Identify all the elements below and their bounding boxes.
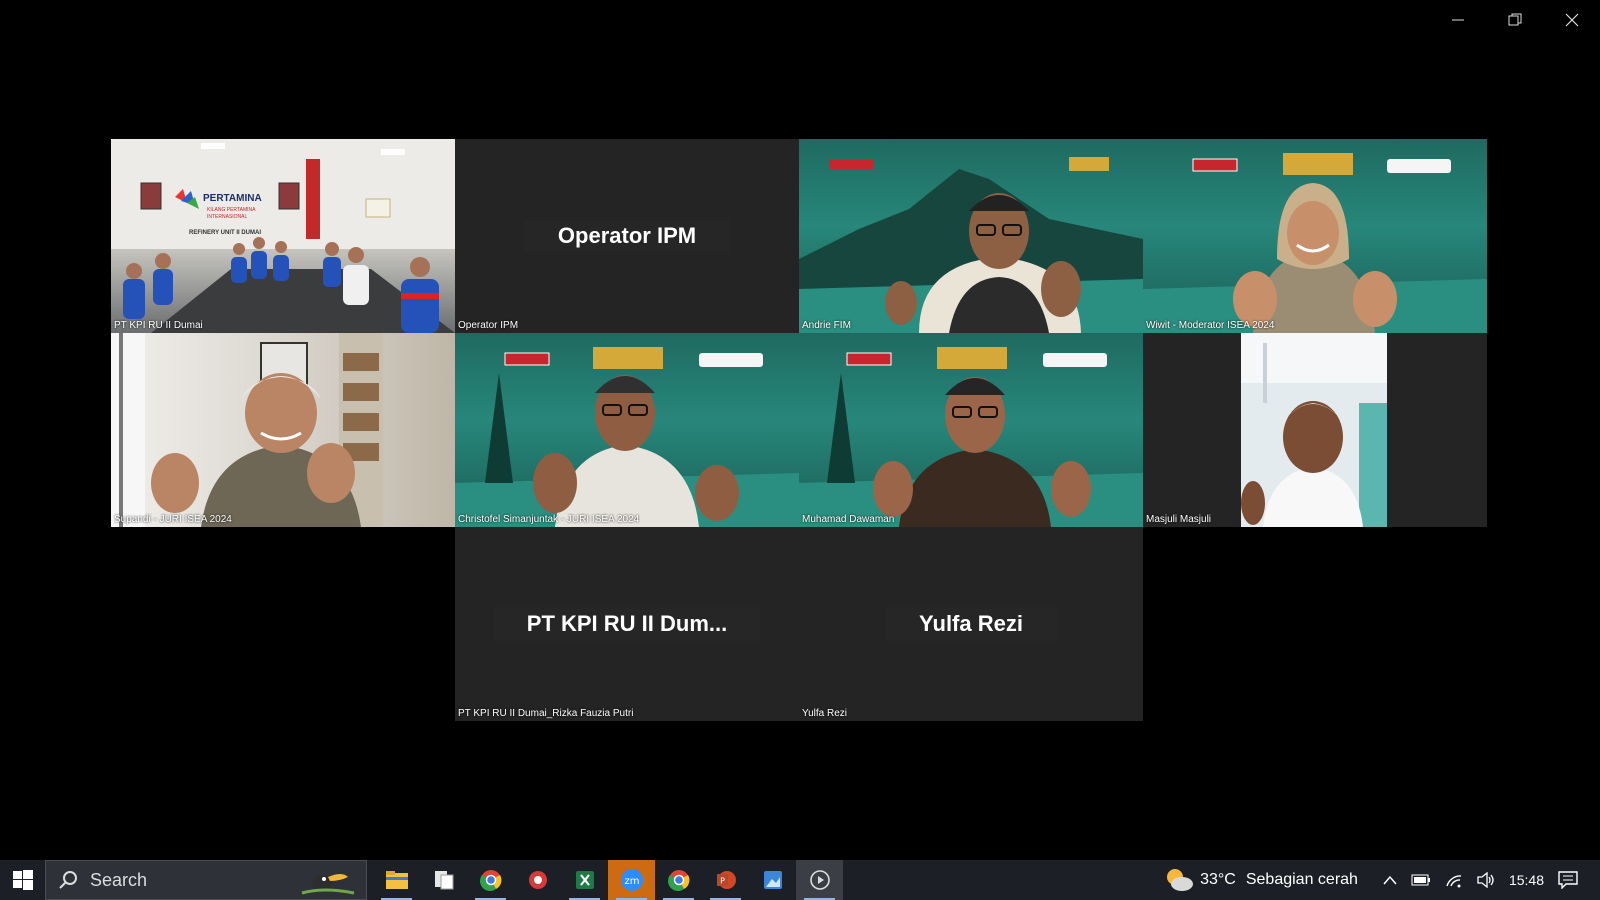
media-player-icon bbox=[809, 870, 830, 890]
taskbar-red-app[interactable] bbox=[514, 860, 561, 900]
participant-name: Muhamad Dawaman bbox=[802, 514, 895, 525]
video-feed-christofel bbox=[455, 347, 799, 527]
window-controls bbox=[1429, 0, 1600, 40]
participant-name: PT KPI RU II Dumai bbox=[114, 320, 203, 331]
video-feed-muhamad bbox=[799, 347, 1143, 527]
zoom-icon: zm bbox=[620, 869, 643, 891]
participant-tile-rizka[interactable]: PT KPI RU II Dum... PT KPI RU II Dumai_R… bbox=[455, 527, 799, 721]
participant-tile-supandi[interactable]: Supandi - JURI ISEA 2024 bbox=[111, 333, 455, 527]
taskbar: Search zm P 33°C Sebagian cerah 15:48 bbox=[0, 860, 1600, 900]
room-sign-brand: PERTAMINA bbox=[203, 193, 262, 204]
photos-icon bbox=[763, 871, 782, 889]
participant-name: Wiwit - Moderator ISEA 2024 bbox=[1146, 320, 1275, 331]
participant-tile-muhamad[interactable]: Muhamad Dawaman bbox=[799, 333, 1143, 527]
close-button[interactable] bbox=[1543, 0, 1600, 40]
minimize-icon bbox=[1451, 19, 1464, 21]
excel-icon bbox=[575, 871, 594, 889]
wifi-icon bbox=[1446, 875, 1461, 888]
taskbar-media-player[interactable] bbox=[796, 860, 843, 900]
minimize-button[interactable] bbox=[1429, 0, 1486, 40]
powerpoint-icon: P bbox=[716, 871, 736, 889]
files-icon bbox=[434, 871, 453, 890]
system-tray: 33°C Sebagian cerah 15:48 bbox=[1157, 860, 1600, 900]
gallery-view: PERTAMINA KILANG PERTAMINA INTERNASIONAL… bbox=[111, 139, 1489, 721]
search-icon bbox=[59, 871, 77, 889]
participant-name: Yulfa Rezi bbox=[802, 708, 848, 719]
network-status[interactable] bbox=[1445, 872, 1463, 888]
participant-tile-wiwit[interactable]: Wiwit - Moderator ISEA 2024 bbox=[1143, 139, 1487, 333]
taskbar-powerpoint[interactable]: P bbox=[702, 860, 749, 900]
file-explorer-icon bbox=[385, 871, 408, 889]
video-feed-andrie bbox=[799, 157, 1143, 333]
participant-tile-andrie[interactable]: Andrie FIM bbox=[799, 139, 1143, 333]
taskbar-photos[interactable] bbox=[749, 860, 796, 900]
video-feed-supandi bbox=[111, 333, 383, 527]
taskbar-excel[interactable] bbox=[561, 860, 608, 900]
participant-tile-christofel[interactable]: Christofel Simanjuntak - JURI ISEA 2024 bbox=[455, 333, 799, 527]
taskbar-zoom[interactable]: zm bbox=[608, 860, 655, 900]
participant-center-name: Yulfa Rezi bbox=[885, 607, 1057, 641]
weather-temp: 33°C bbox=[1200, 871, 1236, 888]
participant-tile-operator[interactable]: Operator IPM Operator IPM bbox=[455, 139, 799, 333]
windows-icon bbox=[12, 870, 33, 890]
room-sign-line3: REFINERY UNIT II DUMAI bbox=[189, 230, 261, 236]
chevron-up-icon bbox=[1383, 875, 1397, 885]
taskbar-apps: zm P bbox=[373, 860, 843, 900]
participant-name: Andrie FIM bbox=[802, 320, 851, 331]
participant-tile-yulfa[interactable]: Yulfa Rezi Yulfa Rezi bbox=[799, 527, 1143, 721]
notification-icon bbox=[1558, 871, 1578, 889]
participant-name: PT KPI RU II Dumai_Rizka Fauzia Putri bbox=[458, 708, 634, 719]
taskbar-chrome[interactable] bbox=[467, 860, 514, 900]
app-red-icon bbox=[528, 871, 547, 889]
taskbar-files[interactable] bbox=[420, 860, 467, 900]
clock-time: 15:48 bbox=[1508, 872, 1544, 888]
speaker-icon bbox=[1477, 872, 1494, 888]
participant-name: Masjuli Masjuli bbox=[1146, 514, 1212, 525]
chrome-icon bbox=[667, 870, 689, 891]
svg-text:P: P bbox=[720, 877, 725, 886]
participant-center-name: PT KPI RU II Dum... bbox=[492, 607, 762, 641]
battery-icon bbox=[1411, 874, 1430, 886]
clock[interactable]: 15:48 bbox=[1509, 872, 1544, 888]
search-highlight-bird-icon bbox=[301, 874, 355, 895]
close-icon bbox=[1565, 13, 1578, 27]
room-sign-line1: KILANG PERTAMINA bbox=[207, 207, 256, 213]
video-feed-wiwit bbox=[1143, 153, 1487, 333]
taskbar-chrome-2[interactable] bbox=[655, 860, 702, 900]
taskbar-file-explorer[interactable] bbox=[373, 860, 420, 900]
video-feed-masjuli bbox=[1241, 333, 1387, 527]
participant-center-name: Operator IPM bbox=[523, 219, 731, 253]
weather-widget[interactable]: 33°C Sebagian cerah bbox=[1164, 867, 1358, 893]
room-sign-line2: INTERNASIONAL bbox=[207, 214, 248, 220]
notification-center-button[interactable] bbox=[1558, 871, 1578, 889]
participant-name: Supandi - JURI ISEA 2024 bbox=[114, 514, 232, 525]
participant-name: Operator IPM bbox=[458, 320, 519, 331]
taskbar-search[interactable]: Search bbox=[45, 860, 367, 900]
participant-tile-pt-kpi[interactable]: PERTAMINA KILANG PERTAMINA INTERNASIONAL… bbox=[111, 139, 455, 333]
restore-button[interactable] bbox=[1486, 0, 1543, 40]
start-button[interactable] bbox=[0, 860, 45, 900]
volume-control[interactable] bbox=[1477, 872, 1495, 888]
partly-sunny-icon bbox=[1167, 869, 1194, 891]
participant-tile-masjuli[interactable]: Masjuli Masjuli bbox=[1143, 333, 1487, 527]
participant-name: Christofel Simanjuntak - JURI ISEA 2024 bbox=[458, 514, 640, 525]
battery-status[interactable] bbox=[1411, 874, 1431, 886]
video-feed-meeting-room: PERTAMINA KILANG PERTAMINA INTERNASIONAL… bbox=[111, 139, 455, 333]
weather-condition: Sebagian cerah bbox=[1245, 871, 1358, 888]
chrome-icon bbox=[479, 870, 501, 891]
svg-text:zm: zm bbox=[624, 876, 639, 887]
restore-icon bbox=[1508, 13, 1521, 26]
show-hidden-icons-button[interactable] bbox=[1383, 875, 1397, 885]
search-placeholder: Search bbox=[90, 869, 148, 890]
